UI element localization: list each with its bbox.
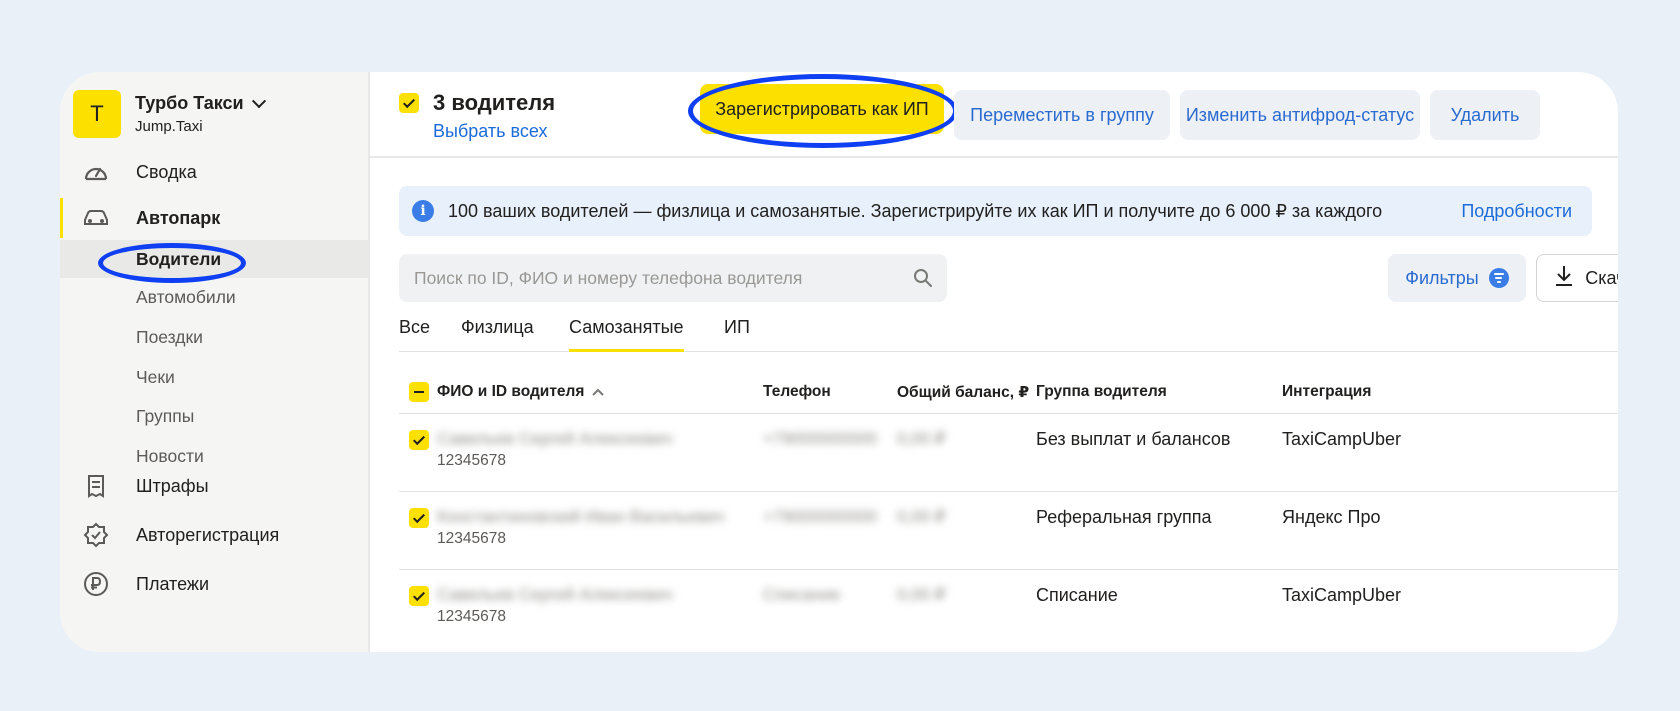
- column-integration: Интеграция: [1282, 383, 1372, 400]
- sidebar-item-label: Автомобили: [136, 286, 236, 307]
- sort-up-icon: [592, 388, 605, 396]
- select-all-checkbox[interactable]: [409, 382, 429, 402]
- sidebar-item-label: Чеки: [136, 366, 175, 387]
- sidebar: Т Турбо Такси Jump.Taxi Сводка Автопарк …: [60, 72, 370, 652]
- sidebar-item-fines[interactable]: Штрафы: [60, 466, 368, 506]
- gauge-icon: [82, 158, 110, 186]
- tab-all[interactable]: Все: [399, 314, 430, 352]
- car-icon: [82, 204, 110, 232]
- column-phone: Телефон: [763, 383, 831, 400]
- delete-button[interactable]: Удалить: [1430, 90, 1540, 140]
- table-row[interactable]: Савельев Сергей Алексеевич 12345678 Спис…: [399, 570, 1618, 648]
- main-content: 3 водителя Выбрать всех Зарегистрировать…: [370, 72, 1618, 652]
- park-subtitle: Jump.Taxi: [135, 118, 203, 135]
- driver-group: Без выплат и балансов: [1036, 429, 1231, 449]
- sidebar-item-payments[interactable]: Платежи: [60, 564, 368, 604]
- driver-id: 12345678: [437, 530, 506, 547]
- ruble-circle-icon: [82, 570, 110, 598]
- receipt-icon: [82, 472, 110, 500]
- driver-group: Реферальная группа: [1036, 507, 1212, 527]
- driver-id: 12345678: [437, 608, 506, 625]
- driver-integration: TaxiCampUber: [1282, 585, 1402, 605]
- sidebar-item-label: Платежи: [136, 573, 210, 594]
- sidebar-item-label: Группы: [136, 405, 195, 426]
- driver-balance: 0,00 ₽: [897, 429, 946, 448]
- column-name[interactable]: ФИО и ID водителя: [437, 383, 605, 401]
- column-group: Группа водителя: [1036, 383, 1167, 400]
- column-name-label: ФИО и ID водителя: [437, 383, 585, 400]
- sidebar-item-groups[interactable]: Группы: [60, 397, 368, 435]
- driver-balance: 0,00 ₽: [897, 585, 946, 604]
- sidebar-item-label: Сводка: [136, 161, 197, 182]
- table-row[interactable]: Савельев Сергей Алексеевич 12345678 +790…: [399, 414, 1618, 492]
- driver-balance: 0,00 ₽: [897, 507, 946, 526]
- table-row[interactable]: Константиновский Иван Васильевич 1234567…: [399, 492, 1618, 570]
- driver-phone: Списание: [763, 585, 841, 604]
- tab-individuals[interactable]: Физлица: [461, 314, 534, 352]
- info-banner: i 100 ваших водителей — физлица и самоза…: [399, 186, 1592, 236]
- details-link[interactable]: Подробности: [1461, 201, 1572, 222]
- search-input[interactable]: [399, 254, 947, 302]
- sidebar-item-label: Автопарк: [136, 207, 221, 228]
- sidebar-item-label: Поездки: [136, 326, 203, 347]
- driver-name[interactable]: Савельев Сергей Алексеевич: [437, 429, 672, 449]
- search-icon[interactable]: [913, 268, 933, 293]
- driver-phone: +79000000000: [763, 429, 877, 448]
- sidebar-item-label: Штрафы: [136, 475, 209, 496]
- sidebar-item-receipts[interactable]: Чеки: [60, 358, 368, 396]
- driver-integration: TaxiCampUber: [1282, 429, 1402, 449]
- park-name: Турбо Такси: [135, 93, 244, 113]
- selected-count: 3 водителя: [433, 90, 556, 115]
- tab-self-employed[interactable]: Самозанятые: [569, 314, 684, 352]
- driver-name[interactable]: Савельев Сергей Алексеевич: [437, 585, 672, 605]
- download-icon: [1555, 265, 1573, 292]
- download-label: Скачать: [1585, 267, 1618, 288]
- select-all-link[interactable]: Выбрать всех: [433, 121, 547, 142]
- highlight-ellipse: [98, 243, 246, 283]
- park-logo: Т: [73, 90, 121, 138]
- badge-check-icon: [82, 521, 110, 549]
- info-icon: i: [412, 200, 434, 222]
- row-checkbox[interactable]: [409, 508, 429, 528]
- sidebar-item-trips[interactable]: Поездки: [60, 318, 368, 356]
- driver-group: Списание: [1036, 585, 1118, 605]
- banner-text: 100 ваших водителей — физлица и самозаня…: [448, 200, 1383, 221]
- register-ip-button[interactable]: Зарегистрировать как ИП: [700, 84, 944, 134]
- driver-phone: +79000000000: [763, 507, 877, 526]
- column-balance: Общий баланс, ₽: [897, 384, 1030, 401]
- tabs: Все Физлица Самозанятые ИП: [399, 314, 1618, 352]
- move-to-group-button[interactable]: Переместить в группу: [954, 90, 1170, 140]
- driver-name[interactable]: Константиновский Иван Васильевич: [437, 507, 724, 527]
- tab-ip[interactable]: ИП: [724, 314, 750, 352]
- sidebar-item-cars[interactable]: Автомобили: [60, 278, 368, 316]
- app-window: Т Турбо Такси Jump.Taxi Сводка Автопарк …: [60, 72, 1618, 652]
- chevron-down-icon[interactable]: [251, 93, 266, 108]
- park-switcher[interactable]: Т Турбо Такси Jump.Taxi: [73, 90, 266, 138]
- filter-icon: [1488, 268, 1509, 288]
- sidebar-item-label: Новости: [136, 445, 204, 466]
- row-checkbox[interactable]: [409, 430, 429, 450]
- table-header: ФИО и ID водителя Телефон Общий баланс, …: [399, 372, 1618, 414]
- sidebar-item-summary[interactable]: Сводка: [60, 152, 368, 192]
- download-button[interactable]: Скачать: [1536, 254, 1618, 302]
- sidebar-item-label: Авторегистрация: [136, 524, 280, 545]
- selection-toolbar: 3 водителя Выбрать всех Зарегистрировать…: [370, 72, 1618, 158]
- sidebar-item-autoregistration[interactable]: Авторегистрация: [60, 515, 368, 555]
- driver-integration: Яндекс Про: [1282, 507, 1381, 527]
- row-checkbox[interactable]: [409, 586, 429, 606]
- sidebar-item-fleet[interactable]: Автопарк: [60, 198, 368, 238]
- filters-label: Фильтры: [1405, 267, 1479, 288]
- change-antifraud-button[interactable]: Изменить антифрод-статус: [1180, 90, 1420, 140]
- filters-button[interactable]: Фильтры: [1388, 254, 1526, 302]
- select-checkbox[interactable]: [399, 93, 419, 113]
- driver-id: 12345678: [437, 452, 506, 469]
